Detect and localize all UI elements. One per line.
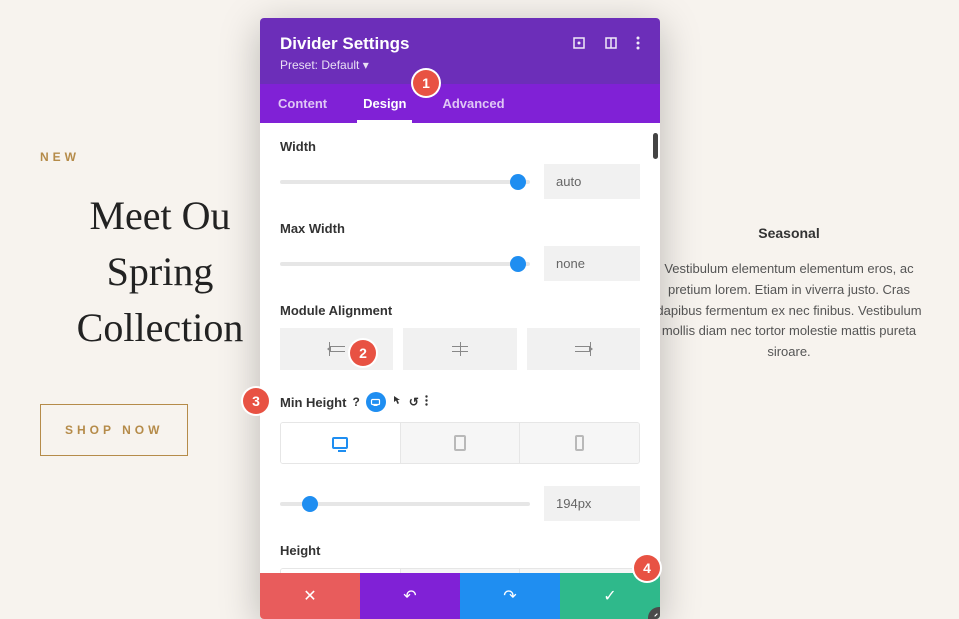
max-width-label: Max Width — [280, 221, 640, 236]
align-center-icon — [452, 342, 468, 356]
new-label: NEW — [40, 150, 280, 164]
align-right-icon — [575, 342, 591, 356]
min-height-label: Min Height — [280, 395, 346, 410]
min-height-section: Min Height ? ↺ — [280, 392, 640, 521]
preset-dropdown[interactable]: Preset: Default ▾ — [280, 58, 640, 84]
height-device-desktop[interactable] — [281, 569, 400, 573]
panel-title: Divider Settings — [280, 34, 409, 54]
tab-content[interactable]: Content — [260, 84, 345, 123]
responsive-icon[interactable] — [366, 392, 386, 412]
module-alignment-label: Module Alignment — [280, 303, 640, 318]
columns-icon[interactable] — [604, 36, 618, 53]
width-slider[interactable] — [280, 180, 530, 184]
chevron-down-icon: ▾ — [363, 58, 369, 72]
device-tablet-button[interactable] — [400, 423, 520, 463]
height-device-tablet[interactable] — [400, 569, 520, 573]
hover-icon[interactable] — [392, 395, 403, 409]
hero-left: NEW Meet Ou Spring Collection SHOP NOW — [40, 150, 280, 456]
max-width-input[interactable] — [544, 246, 640, 281]
align-left-button[interactable] — [280, 328, 393, 370]
expand-icon[interactable] — [572, 36, 586, 53]
align-left-icon — [329, 342, 345, 356]
shop-now-button[interactable]: SHOP NOW — [40, 404, 188, 456]
device-phone-button[interactable] — [519, 423, 639, 463]
help-icon[interactable]: ? — [352, 395, 359, 409]
width-input[interactable] — [544, 164, 640, 199]
undo-icon: ↶ — [403, 586, 416, 606]
height-label: Height — [280, 543, 640, 558]
max-width-slider[interactable] — [280, 262, 530, 266]
align-center-button[interactable] — [403, 328, 516, 370]
reset-icon[interactable]: ↺ — [409, 395, 419, 409]
callout-1: 1 — [413, 70, 439, 96]
min-height-slider[interactable] — [280, 502, 530, 506]
check-icon: ✓ — [603, 586, 616, 606]
more-icon[interactable] — [425, 395, 428, 409]
module-alignment-section: Module Alignment — [280, 303, 640, 370]
height-section: Height — [280, 543, 640, 573]
callout-4: 4 — [634, 555, 660, 581]
min-height-input[interactable] — [544, 486, 640, 521]
tab-design[interactable]: Design — [345, 84, 424, 123]
divider-settings-panel: Divider Settings Preset: Default ▾ Conte… — [260, 18, 660, 619]
panel-footer: ✕ ↶ ↷ ✓ — [260, 573, 660, 619]
width-section: Width — [280, 139, 640, 199]
align-right-button[interactable] — [527, 328, 640, 370]
height-device-phone[interactable] — [519, 569, 639, 573]
width-label: Width — [280, 139, 640, 154]
callout-2: 2 — [350, 340, 376, 366]
redo-button[interactable]: ↷ — [460, 573, 560, 619]
tab-advanced[interactable]: Advanced — [424, 84, 522, 123]
tablet-icon — [454, 435, 466, 451]
scrollbar[interactable] — [653, 133, 658, 159]
more-menu-icon[interactable] — [636, 36, 640, 53]
close-icon: ✕ — [303, 586, 316, 606]
panel-header: Divider Settings Preset: Default ▾ — [260, 18, 660, 84]
panel-body: Width Max Width Module Alignment — [260, 123, 660, 573]
seasonal-title: Seasonal — [649, 225, 929, 241]
seasonal-body: Vestibulum elementum elementum eros, ac … — [649, 259, 929, 363]
hero-headline: Meet Ou Spring Collection — [40, 188, 280, 356]
max-width-section: Max Width — [280, 221, 640, 281]
cancel-button[interactable]: ✕ — [260, 573, 360, 619]
redo-icon: ↷ — [503, 586, 516, 606]
undo-button[interactable]: ↶ — [360, 573, 460, 619]
tabs: Content Design Advanced — [260, 84, 660, 123]
device-desktop-button[interactable] — [281, 423, 400, 463]
callout-3: 3 — [243, 388, 269, 414]
desktop-icon — [332, 437, 348, 449]
phone-icon — [575, 435, 584, 451]
seasonal-block: Seasonal Vestibulum elementum elementum … — [649, 225, 929, 363]
